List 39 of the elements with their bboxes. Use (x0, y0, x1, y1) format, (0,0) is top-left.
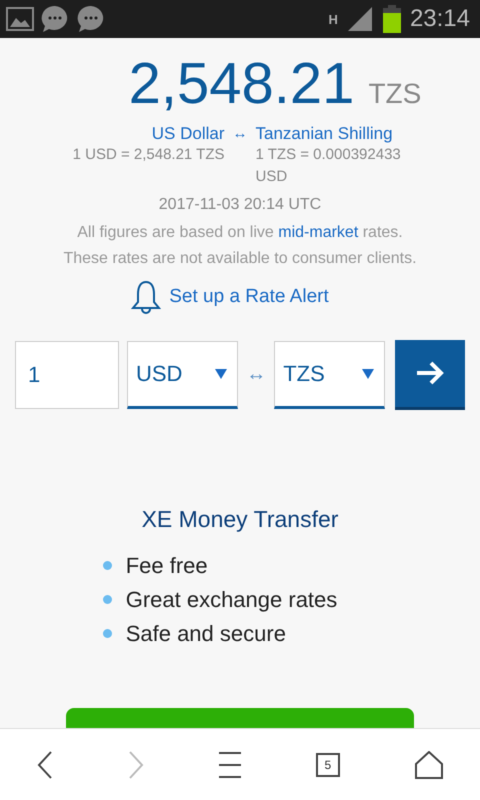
swap-arrow: ↔ (246, 363, 266, 386)
tabs-button[interactable]: 5 (316, 752, 340, 776)
to-currency-select[interactable]: TZS (274, 340, 386, 409)
section-title: XE Money Transfer (142, 506, 338, 533)
amount-input[interactable]: 1 (15, 340, 119, 409)
convert-button[interactable] (395, 340, 465, 410)
signal-icon (346, 6, 374, 32)
converted-amount: 2,548.21 (128, 52, 354, 116)
currency-link[interactable]: US Dollar (55, 124, 224, 144)
chat-icon (40, 4, 70, 34)
bullet-dot (102, 595, 112, 604)
image-icon (6, 7, 34, 31)
arrow-right-icon (415, 360, 446, 386)
home-button[interactable] (414, 750, 443, 778)
rate-alert-link[interactable]: Set up a Rate Alert (169, 286, 329, 308)
bell-icon (131, 280, 162, 314)
feature-item: Great exchange rates (126, 586, 338, 613)
dropdown-icon (215, 368, 228, 379)
mid-market-link[interactable]: mid-market (278, 224, 358, 241)
feature-item: Fee free (126, 552, 208, 579)
menu-button[interactable] (218, 752, 241, 778)
rate-text: 1 USD = 2,548.21 TZS (72, 144, 224, 165)
rate-text: 1 TZS = 0.000392433 USD (256, 144, 402, 187)
currency-link[interactable]: Tanzanian Shilling (256, 124, 425, 144)
feature-item: Safe and secure (126, 620, 286, 647)
dropdown-icon (362, 368, 374, 379)
bullet-dot (102, 561, 112, 570)
disclaimer-text: These rates are not available to consumer clients. (63, 250, 417, 268)
clock: 23:14 (410, 5, 470, 33)
back-button[interactable] (37, 750, 54, 778)
bullet-dot (102, 629, 112, 638)
from-currency-select[interactable]: USD (127, 340, 238, 409)
swap-arrow: ↔ (232, 125, 248, 142)
battery-icon (382, 5, 402, 33)
chat-icon (76, 4, 106, 34)
timestamp: 2017-11-03 20:14 UTC (158, 196, 322, 214)
network-type: H (328, 12, 338, 26)
currency-code: TZS (368, 78, 422, 110)
disclaimer-text: All figures are based on live mid-market rates. (77, 224, 403, 242)
